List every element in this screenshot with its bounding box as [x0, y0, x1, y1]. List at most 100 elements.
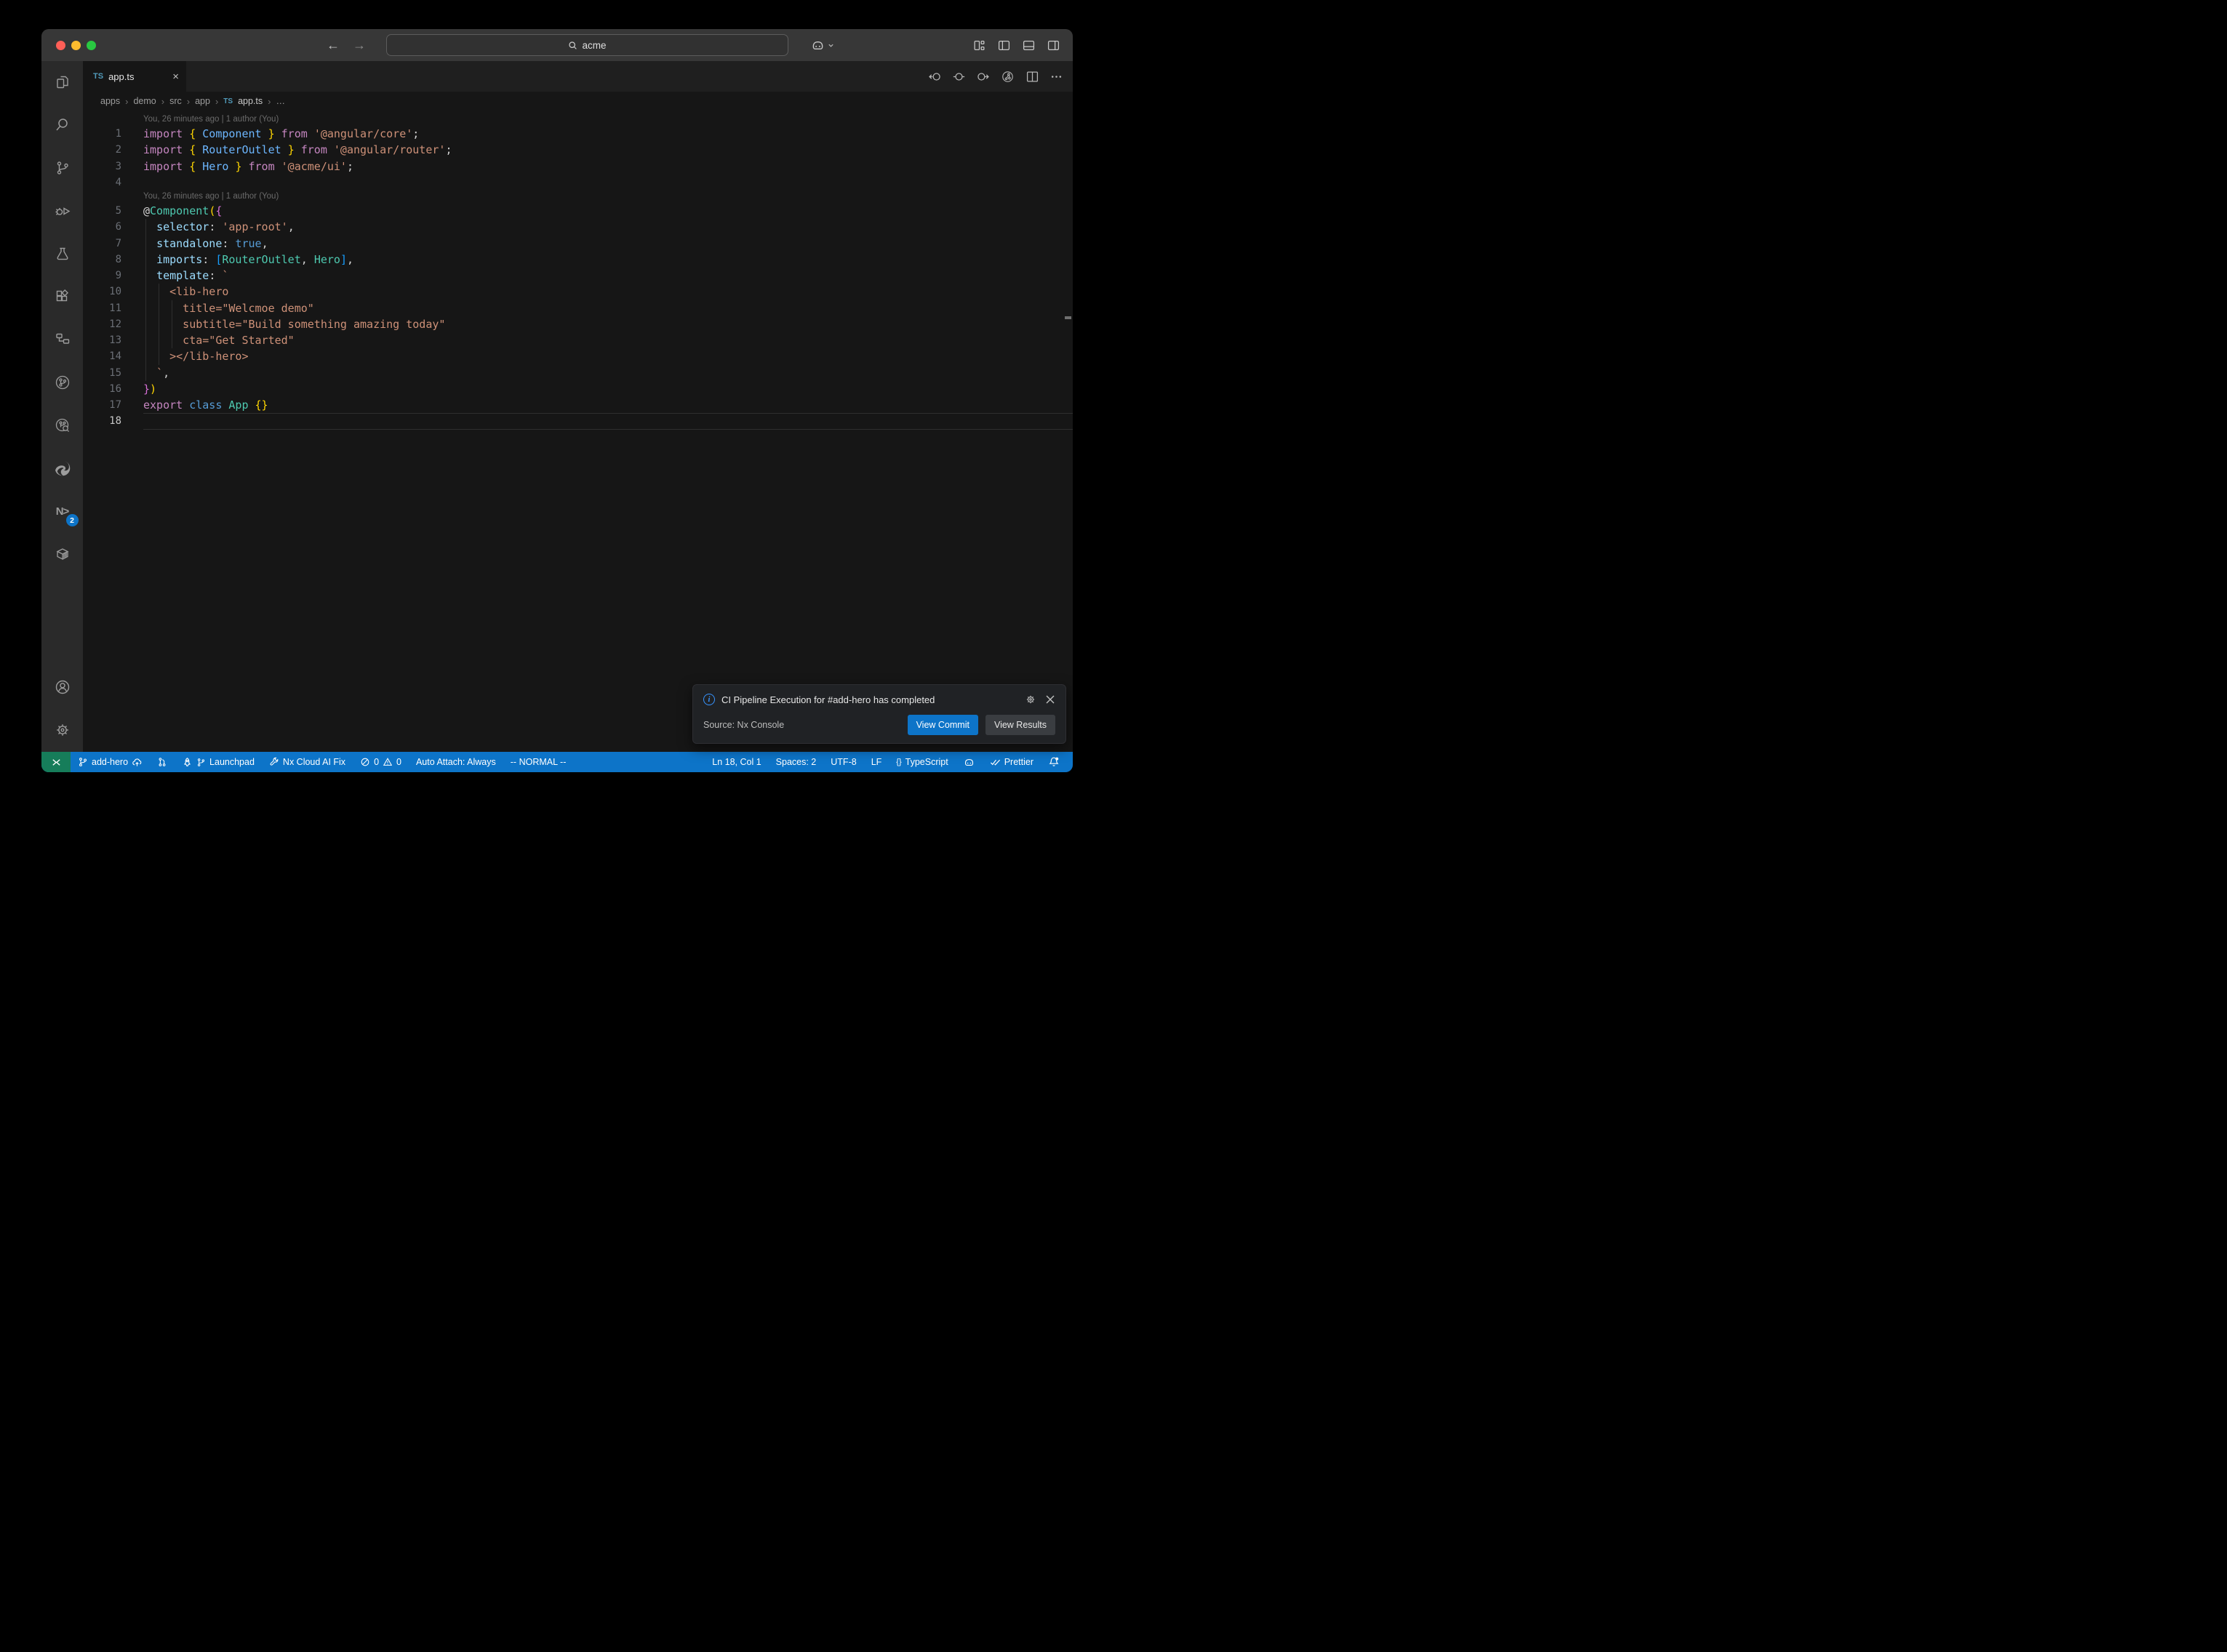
- breadcrumb-demo[interactable]: demo: [133, 96, 156, 106]
- forward-arrow[interactable]: →: [351, 38, 367, 53]
- extensions-icon[interactable]: [51, 285, 74, 308]
- panel-left-icon[interactable]: [998, 39, 1010, 52]
- eol-status[interactable]: LF: [865, 752, 888, 772]
- notification-toast: i CI Pipeline Execution for #add-hero ha…: [692, 684, 1066, 744]
- settings-gear-icon[interactable]: [51, 718, 74, 742]
- code-line[interactable]: 13 cta="Get Started": [83, 332, 1073, 348]
- project-structure-icon[interactable]: [51, 328, 74, 351]
- rocket-icon: [182, 757, 193, 768]
- compare-changes-status[interactable]: [151, 752, 173, 772]
- open-changes-previous-icon[interactable]: [929, 71, 941, 83]
- code-line[interactable]: 3import { Hero } from '@acme/ui';: [83, 159, 1073, 175]
- copilot-icon: [810, 38, 825, 53]
- indentation-status[interactable]: Spaces: 2: [770, 752, 823, 772]
- close-tab-icon[interactable]: ×: [172, 71, 179, 83]
- notification-title: CI Pipeline Execution for #add-hero has …: [721, 694, 1018, 705]
- panel-bottom-icon[interactable]: [1023, 39, 1035, 52]
- tab-app-ts[interactable]: TS app.ts ×: [83, 61, 186, 92]
- launchpad-status[interactable]: Launchpad: [176, 752, 260, 772]
- nx-cloud-fix-status[interactable]: Nx Cloud AI Fix: [263, 752, 351, 772]
- typescript-file-icon: TS: [223, 97, 233, 105]
- chevron-right-icon: ›: [187, 96, 190, 107]
- nx-console-icon[interactable]: N> 2: [51, 500, 74, 523]
- breadcrumb-more[interactable]: …: [276, 96, 285, 106]
- code-line[interactable]: 2import { RouterOutlet } from '@angular/…: [83, 142, 1073, 158]
- source-control-icon[interactable]: [51, 156, 74, 180]
- chevron-right-icon: ›: [125, 96, 128, 107]
- wrench-icon: [269, 757, 279, 767]
- remote-indicator[interactable]: [41, 752, 71, 772]
- code-line[interactable]: 1import { Component } from '@angular/cor…: [83, 126, 1073, 142]
- edge-browser-icon[interactable]: [51, 457, 74, 480]
- view-commit-button[interactable]: View Commit: [908, 715, 978, 735]
- more-actions-icon[interactable]: [1050, 71, 1063, 83]
- breadcrumb-apps[interactable]: apps: [100, 96, 120, 106]
- testing-icon[interactable]: [51, 242, 74, 265]
- titlebar: ← → acme: [41, 29, 1073, 61]
- code-line[interactable]: 5@Component({: [83, 203, 1073, 219]
- code-line[interactable]: 16}): [83, 381, 1073, 397]
- chevron-right-icon: ›: [161, 96, 164, 107]
- commit-graph-icon[interactable]: [1001, 70, 1015, 84]
- code-line[interactable]: 9 template: `: [83, 268, 1073, 284]
- cursor-position-status[interactable]: Ln 18, Col 1: [706, 752, 767, 772]
- zoom-window-button[interactable]: [87, 41, 96, 50]
- open-changes-icon[interactable]: [953, 71, 965, 83]
- prettier-status[interactable]: Prettier: [984, 752, 1039, 772]
- code-line[interactable]: 11 title="Welcmoe demo": [83, 300, 1073, 316]
- code-line[interactable]: 17export class App {}: [83, 397, 1073, 413]
- breadcrumb-src[interactable]: src: [169, 96, 182, 106]
- breadcrumb-file[interactable]: app.ts: [238, 96, 263, 106]
- open-changes-next-icon[interactable]: [977, 71, 989, 83]
- code-line[interactable]: 7 standalone: true,: [83, 236, 1073, 252]
- notification-settings-gear-icon[interactable]: [1025, 694, 1036, 705]
- copilot-icon: [963, 756, 975, 769]
- code-line[interactable]: 14 ></lib-hero>: [83, 348, 1073, 364]
- gitlens-icon[interactable]: [51, 371, 74, 394]
- containers-icon[interactable]: [51, 542, 74, 566]
- back-arrow[interactable]: ←: [325, 38, 341, 53]
- code-line[interactable]: 6 selector: 'app-root',: [83, 219, 1073, 235]
- errors-icon: [360, 757, 370, 767]
- account-icon[interactable]: [51, 675, 74, 699]
- panel-right-icon[interactable]: [1047, 39, 1060, 52]
- auto-attach-status[interactable]: Auto Attach: Always: [410, 752, 502, 772]
- language-mode-status[interactable]: {} TypeScript: [890, 752, 953, 772]
- breadcrumb-app[interactable]: app: [195, 96, 210, 106]
- view-results-button[interactable]: View Results: [985, 715, 1055, 735]
- tab-bar: TS app.ts ×: [83, 61, 1073, 92]
- command-center-search[interactable]: acme: [386, 34, 788, 56]
- search-icon[interactable]: [51, 113, 74, 137]
- code-line[interactable]: 4: [83, 175, 1073, 191]
- chevron-down-icon: [828, 42, 834, 49]
- encoding-status[interactable]: UTF-8: [825, 752, 862, 772]
- branch-icon: [196, 758, 206, 767]
- gitlens-inspect-icon[interactable]: [51, 414, 74, 437]
- code-line[interactable]: 10 <lib-hero: [83, 284, 1073, 300]
- typescript-file-icon: TS: [93, 72, 103, 81]
- notifications-bell[interactable]: [1042, 752, 1065, 772]
- close-window-button[interactable]: [56, 41, 65, 50]
- errors-count: 0: [374, 757, 379, 767]
- blame-annotation: You, 26 minutes ago | 1 author (You): [83, 113, 1073, 126]
- breadcrumb: apps › demo › src › app › TS app.ts › …: [83, 92, 1073, 111]
- customize-layout-icon[interactable]: [973, 39, 985, 52]
- explorer-icon[interactable]: [51, 71, 74, 94]
- problems-status[interactable]: 0 0: [354, 752, 407, 772]
- vim-mode-status[interactable]: -- NORMAL --: [505, 752, 572, 772]
- run-debug-icon[interactable]: [51, 199, 74, 222]
- split-editor-icon[interactable]: [1026, 71, 1039, 83]
- code-editor[interactable]: You, 26 minutes ago | 1 author (You)1imp…: [83, 111, 1073, 752]
- close-icon[interactable]: [1045, 694, 1055, 705]
- git-branch-status[interactable]: add-hero: [72, 752, 148, 772]
- git-branch-icon: [78, 757, 88, 767]
- code-line[interactable]: 8 imports: [RouterOutlet, Hero],: [83, 252, 1073, 268]
- copilot-status[interactable]: [957, 752, 981, 772]
- code-line[interactable]: 15 `,: [83, 365, 1073, 381]
- code-line[interactable]: 18: [83, 413, 1073, 429]
- notification-source: Source: Nx Console: [703, 720, 908, 730]
- minimize-window-button[interactable]: [71, 41, 81, 50]
- copilot-menu[interactable]: [810, 38, 834, 53]
- code-line[interactable]: 12 subtitle="Build something amazing tod…: [83, 316, 1073, 332]
- tab-label: app.ts: [108, 71, 167, 82]
